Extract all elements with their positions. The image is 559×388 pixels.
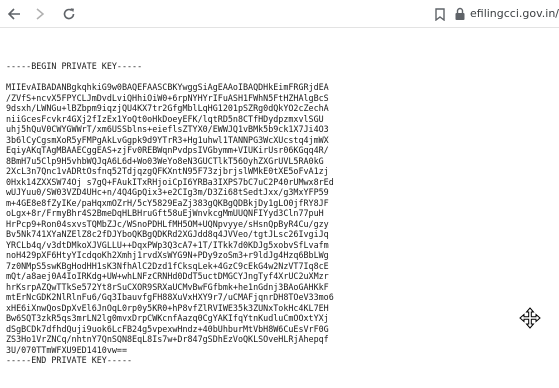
key-line: 3U/070TTmWFXU9ED1410vw== [6,344,128,355]
key-line: 2XcL3n7Qnc1vADRtOsfnq52TdjqzgQFKXntN95F7… [6,166,329,176]
key-begin-line: -----BEGIN PRIVATE KEY----- [6,61,143,71]
key-line: mtErNcGDK2NlRlnFu6/Gq3IbauvfgFH88XuVxHXY… [6,292,334,302]
key-line: dSgBCDk7dfhdQuji9uok6LcFB24g5vpexwHndz+4… [6,323,329,334]
key-line: 3b6lCyCgsmXoR5yFMPgAkLvGgpk9d9YTrR3+Hg1u… [6,134,329,145]
key-line: 0Hxk14ZXXSW74Oj s7gQ+FAukITxRHjoiCpI6YRB… [6,176,334,187]
key-line: m+4GE8e8fZyIKe/paHqxmOZrH/5cY5829EaZj383… [6,197,329,208]
key-line: noH429pXF6HtyYIcdqoKh2Xmhj1rvdXsWYG9N+PD… [6,250,329,260]
private-key-text: -----BEGIN PRIVATE KEY----- MIIEvAIBADAN… [6,40,559,366]
back-button[interactable] [4,4,24,24]
key-line: uhj5hQuV0CWYGWWrT/xm6USSblns+eieflsZTYX0… [6,124,329,134]
reload-button[interactable] [59,4,79,24]
key-line: xHE6iXnwQosDpXvEl6JnOqL0rp0y5KR0+hP8vfZl… [6,302,329,313]
address-bar-url[interactable]: efilingcci.gov.in/efilingcci.gov.in/key [470,6,559,22]
key-line: Bv5Nk741XYaNZElZ8c2fDJYboQKBgQDKRd2XGJdd… [6,229,329,239]
key-line: niiGcesFcvkr4GXj2fIzEx1YoQt0oHkDoeyEFK/l… [6,113,324,124]
key-line: hrKsrpAZQwTTkSe572Yt8rSuCXOR9SRXaUCMvBwF… [6,281,329,292]
key-line: MIIEvAIBADANBgkqhkiG9w0BAQEFAASCBKYwggSi… [6,82,329,92]
arrow-right-icon [36,8,45,20]
key-line: 9dsxh/LWNGu+lBZbpm9iqzjQU4KX7tr2GfgMblLq… [6,103,329,113]
key-line: YRCLb4q/v3dtDMkoXJVGLLU++DqxPWp3Q3cA7+1T… [6,239,329,250]
key-line: mQt/a8aej0A4IoIRKdg+UW+whLNFzCRNHd0DdT5u… [6,271,329,281]
move-cursor-icon [519,307,541,329]
key-line: HrPcp9+Ron04sxvsTQMbZJc/WSnoPDHLfMH5OM+U… [6,218,329,229]
key-line: ZS3Ho1VrZNCq/nhtnY7QnSQN8EqL8Is7w+Dr847g… [6,334,329,344]
key-end-line: -----END PRIVATE KEY----- [6,355,133,365]
key-line: 8BmH7u5Clp9H5vhbWQJqA6L6d+Wo03WeYo8eN3GU… [6,155,324,166]
reload-icon [63,8,75,20]
bookmark-button[interactable] [433,5,447,23]
lock-icon [455,7,465,20]
key-line: 7z0NMpS5swKBgHodHH1sK3NfhAlC2Dzd1fCksqLe… [6,260,329,271]
arrow-left-icon [7,8,20,20]
bookmark-icon [435,7,445,21]
key-line: /ZVfS+ncvX5FPYCLJmDvdLviQHhiOiW0+6rpNYHY… [6,92,329,103]
key-line: wUJYuu0/SW03VZD4UHc+n/4Q4GpQix3+e2CIg3m/… [6,187,329,197]
key-line: Bw6SQT3zkR5qs3mrLN2lg0mvxDrpCWKcnfAazq0C… [6,313,329,323]
key-line: oLgx+8r/FrmyBhr4S2BmeDqHLBHruGft58uEjWnv… [6,208,324,218]
key-line: EqiyAKqTAgMBAAECggEAS+zjFv0REBWqnPvdpsIV… [6,145,329,155]
browser-toolbar: efilingcci.gov.in/efilingcci.gov.in/key [0,0,559,28]
forward-button[interactable] [30,4,50,24]
